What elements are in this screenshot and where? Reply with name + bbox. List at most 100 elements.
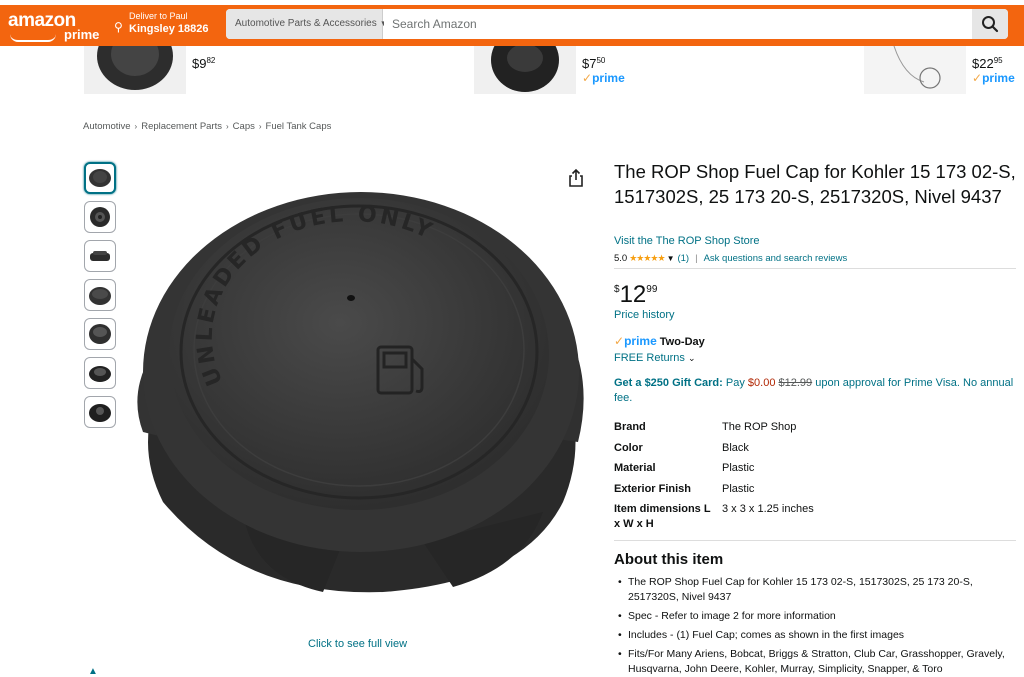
spec-value: Black xyxy=(722,442,749,454)
search-category-dropdown[interactable]: Automotive Parts & Accessories▼ xyxy=(226,9,388,39)
thumbnail-image xyxy=(89,404,111,422)
gift-card-old-price: $12.99 xyxy=(778,377,813,389)
rating-value: 5.0 xyxy=(614,253,628,264)
bullet-text: Spec - Refer to image 2 for more informa… xyxy=(628,610,836,622)
gift-card-lead: Get a $250 Gift Card: xyxy=(614,377,723,389)
spec-value: Plastic xyxy=(722,462,755,474)
related-product-image xyxy=(864,46,966,94)
image-thumbnail[interactable] xyxy=(84,357,116,389)
chevron-down-icon[interactable]: ▼ xyxy=(667,254,675,263)
main-product-image[interactable]: UNLEADED FUEL ONLY xyxy=(123,182,597,602)
separator: | xyxy=(695,253,698,264)
price-history-link[interactable]: Price history xyxy=(614,309,675,321)
thumbnail-image xyxy=(89,324,111,344)
image-thumbnail[interactable] xyxy=(84,201,116,233)
prime-check-icon: ✓ xyxy=(582,71,593,85)
prime-badge: ✓prime xyxy=(614,334,657,348)
bullet-icon: • xyxy=(618,629,622,641)
price-fraction: 99 xyxy=(646,284,658,295)
spec-value: Plastic xyxy=(722,483,755,495)
logo-prime-text: prime xyxy=(64,27,100,42)
spec-value: 3 x 3 x 1.25 inches xyxy=(722,503,814,515)
free-returns-label: FREE Returns xyxy=(614,352,685,364)
gift-card-new-price: $0.00 xyxy=(747,377,776,389)
image-thumbnail[interactable] xyxy=(84,279,116,311)
search-bar: Automotive Parts & Accessories▼ xyxy=(226,9,1008,39)
share-icon xyxy=(569,168,583,187)
top-nav-bar: amazon prime ⚲ Deliver to Paul Kingsley … xyxy=(0,0,1024,46)
star-rating-icon[interactable]: ★★★★★ xyxy=(629,253,665,263)
product-title: The ROP Shop Fuel Cap for Kohler 15 173 … xyxy=(614,161,1016,207)
free-returns-link[interactable]: FREE Returns ⌄ xyxy=(614,352,696,364)
spec-key: Material xyxy=(614,462,656,474)
bullet-icon: • xyxy=(618,610,622,622)
ask-questions-link[interactable]: Ask questions and search reviews xyxy=(704,253,848,264)
delivery-speed: Two-Day xyxy=(659,336,705,348)
chevron-right-icon: › xyxy=(258,122,262,131)
header-top-strip xyxy=(0,0,1024,5)
related-product-price: $750 xyxy=(582,56,606,71)
logo-smile-icon xyxy=(10,34,56,42)
related-product-price: $2295 xyxy=(972,56,1003,71)
related-product-image xyxy=(474,46,576,94)
image-thumbnail[interactable] xyxy=(84,396,116,428)
gift-card-offer[interactable]: Get a $250 Gift Card: Pay $0.00 $12.99 u… xyxy=(614,376,1018,406)
divider xyxy=(614,268,1016,269)
prime-check-icon: ✓ xyxy=(614,334,625,348)
product-price: $1299 xyxy=(614,281,657,309)
chevron-right-icon: › xyxy=(134,122,138,131)
rating-count-link[interactable]: (1) xyxy=(677,253,689,264)
search-button[interactable] xyxy=(972,9,1008,39)
image-thumbnail[interactable] xyxy=(84,240,116,272)
breadcrumb-link[interactable]: Fuel Tank Caps xyxy=(266,121,332,132)
divider xyxy=(614,540,1016,541)
search-icon xyxy=(982,16,999,33)
related-product-card[interactable]: $750 ✓prime xyxy=(474,46,644,94)
spec-key: Item dimensions L x W x H xyxy=(614,503,711,530)
thumbnail-image xyxy=(89,366,111,382)
deliver-to-address: Kingsley 18826 xyxy=(129,23,209,35)
fuel-cap-image: UNLEADED FUEL ONLY xyxy=(137,192,584,593)
thumbnail-image xyxy=(89,169,111,187)
share-button[interactable] xyxy=(566,168,586,188)
breadcrumb-link[interactable]: Replacement Parts xyxy=(141,121,222,132)
location-pin-icon: ⚲ xyxy=(114,20,123,34)
thumbnail-image xyxy=(90,251,110,261)
image-thumbnail[interactable] xyxy=(84,162,116,194)
thumbnail-image xyxy=(89,287,111,305)
prime-badge: ✓prime xyxy=(972,71,1015,85)
bullet-text: Fits/For Many Ariens, Bobcat, Briggs & S… xyxy=(628,648,1005,675)
image-thumbnail[interactable] xyxy=(84,318,116,350)
amazon-prime-logo[interactable]: amazon prime xyxy=(8,10,100,44)
prime-badge: ✓prime xyxy=(582,71,625,85)
rating-row: 5.0 ★★★★★ ▼ (1) | Ask questions and search re… xyxy=(614,253,847,264)
search-input[interactable] xyxy=(384,9,972,39)
full-view-link[interactable]: Click to see full view xyxy=(308,638,407,650)
deliver-to-label: Deliver to Paul xyxy=(129,11,188,21)
bullet-text: The ROP Shop Fuel Cap for Kohler 15 173 … xyxy=(628,576,973,603)
related-product-card[interactable]: $982 xyxy=(84,46,234,94)
spec-value: The ROP Shop xyxy=(722,421,797,433)
bullet-text: Includes - (1) Fuel Cap; comes as shown … xyxy=(628,629,905,641)
breadcrumb-link[interactable]: Automotive xyxy=(83,121,131,132)
chevron-up-icon[interactable]: ▲ xyxy=(88,666,98,677)
about-heading: About this item xyxy=(614,551,724,568)
chevron-right-icon: › xyxy=(226,122,229,131)
breadcrumb-link[interactable]: Caps xyxy=(233,121,255,132)
prime-check-icon: ✓ xyxy=(972,71,983,85)
price-whole: 12 xyxy=(619,281,647,308)
prime-delivery-row: ✓prime Two-Day xyxy=(614,334,705,348)
spec-key: Exterior Finish xyxy=(614,483,692,495)
search-category-label: Automotive Parts & Accessories xyxy=(235,18,377,29)
breadcrumb: Automotive › Replacement Parts › Caps › Fuel T… xyxy=(83,121,331,132)
related-product-image xyxy=(84,46,186,94)
gift-card-pay: Pay xyxy=(725,377,745,389)
chevron-down-icon: ⌄ xyxy=(687,353,696,363)
bullet-icon: • xyxy=(618,648,622,660)
bullet-icon: • xyxy=(618,576,622,588)
spec-key: Color xyxy=(614,442,643,454)
related-product-price: $982 xyxy=(192,56,216,71)
store-link[interactable]: Visit the The ROP Shop Store xyxy=(614,235,760,247)
related-product-card[interactable]: $2295 ✓prime xyxy=(864,46,1024,94)
deliver-to-location[interactable]: ⚲ Deliver to Paul Kingsley 18826 xyxy=(113,11,219,39)
